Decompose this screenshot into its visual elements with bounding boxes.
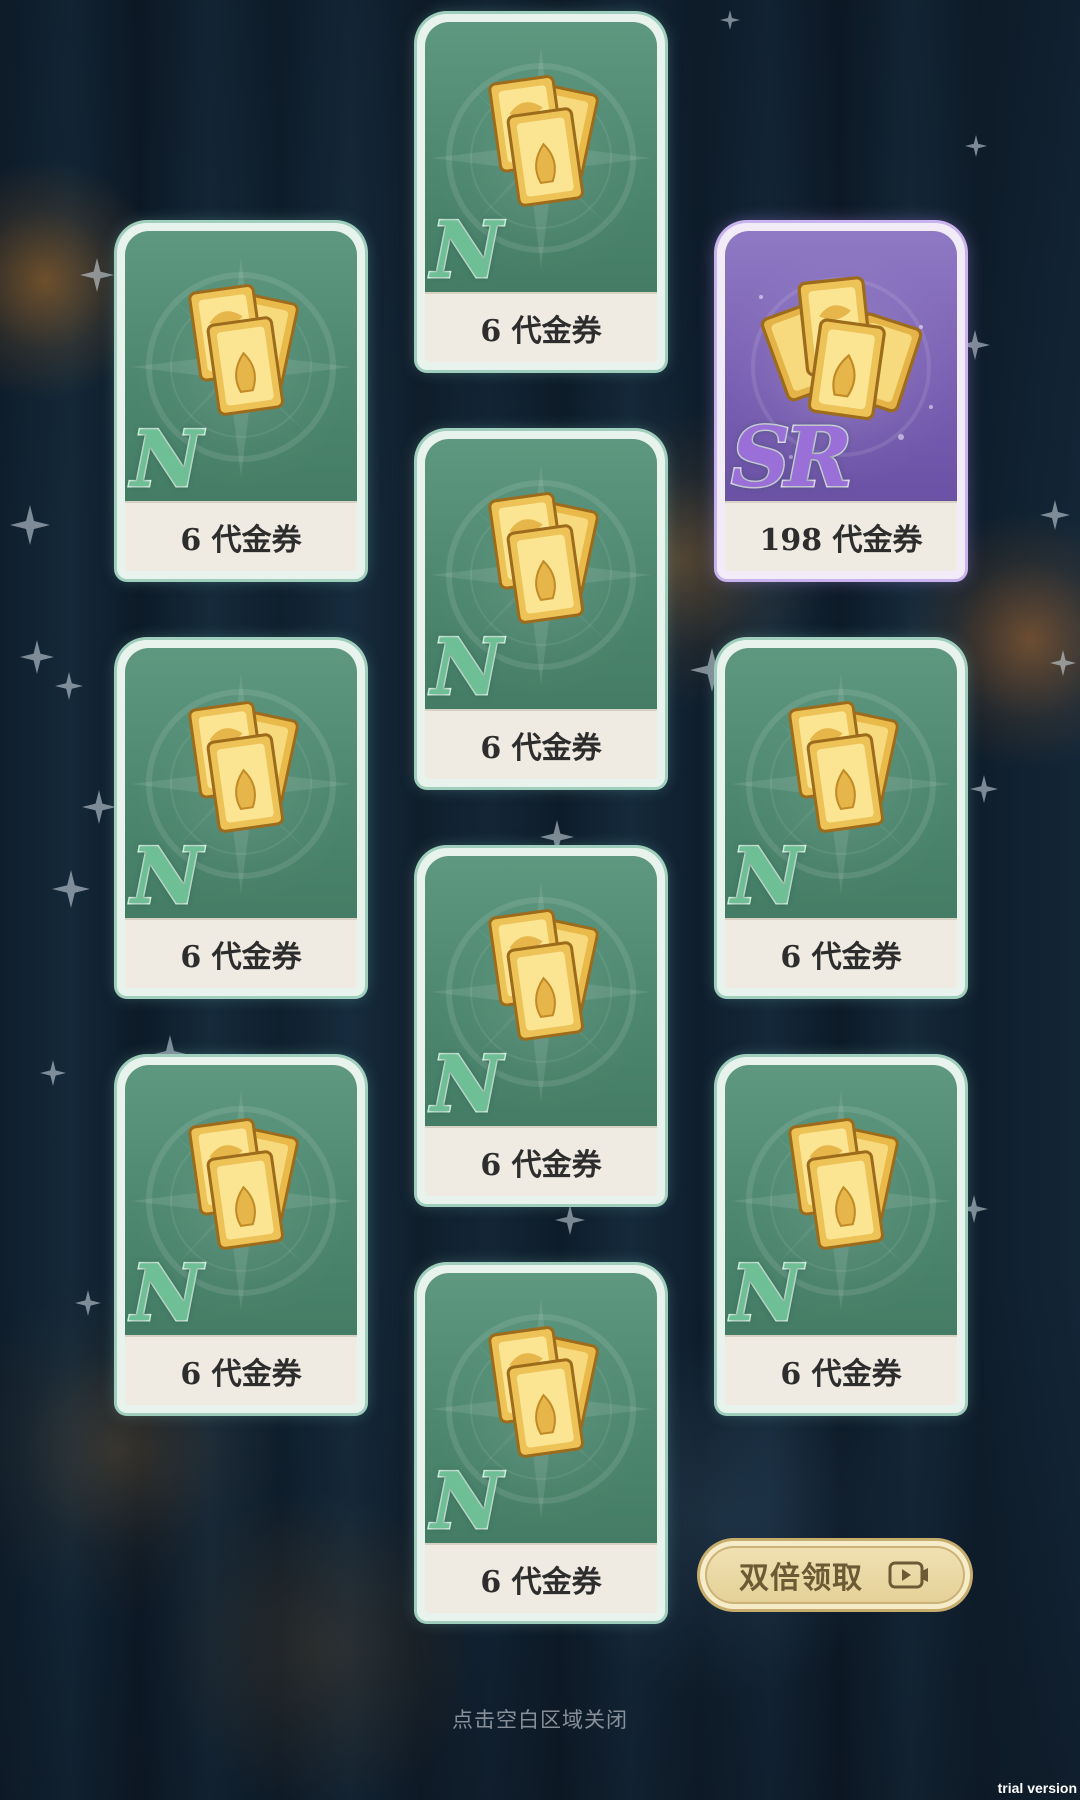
close-hint-text[interactable]: 点击空白区域关闭 — [0, 1704, 1080, 1734]
rarity-badge: N — [729, 1248, 803, 1337]
sparkle-decoration — [55, 672, 83, 700]
voucher-stack-icon — [760, 275, 923, 420]
reward-label: 6 代金券 — [425, 1126, 657, 1196]
card-art: N — [125, 648, 357, 920]
sparkle-decoration — [40, 1060, 66, 1086]
reward-label: 6 代金券 — [725, 1335, 957, 1405]
sparkle-decoration — [75, 1290, 101, 1316]
double-claim-button[interactable]: 双倍领取 — [700, 1541, 970, 1609]
reward-card: N 6 代金券 — [717, 640, 965, 996]
rarity-badge: SR — [729, 410, 853, 503]
sparkle-decoration — [970, 775, 998, 803]
sparkle-decoration — [20, 640, 54, 674]
rarity-badge: N — [129, 414, 203, 503]
reward-label: 6 代金券 — [725, 918, 957, 988]
voucher-tickets-icon — [188, 700, 299, 833]
reward-card: N 6 代金券 — [117, 640, 365, 996]
rarity-badge: N — [429, 1039, 503, 1128]
card-art: N — [425, 22, 657, 294]
rarity-badge: N — [429, 205, 503, 294]
reward-card: N 6 代金券 — [417, 14, 665, 370]
card-art: N — [425, 1273, 657, 1545]
voucher-tickets-icon — [188, 283, 299, 416]
reward-card: N 6 代金券 — [117, 1057, 365, 1413]
voucher-tickets-icon — [188, 1117, 299, 1250]
sparkle-decoration — [555, 1205, 585, 1235]
rarity-badge: N — [129, 831, 203, 920]
reward-card: N 6 代金券 — [717, 1057, 965, 1413]
reward-card: N 6 代金券 — [417, 431, 665, 787]
reward-card-sr: SR 198 代金券 — [717, 223, 965, 579]
video-icon — [888, 1561, 928, 1589]
card-art: N — [725, 648, 957, 920]
card-art: N — [425, 856, 657, 1128]
reward-label: 6 代金券 — [425, 292, 657, 362]
sparkle-decoration — [1040, 500, 1070, 530]
sparkle-decoration — [52, 870, 90, 908]
voucher-tickets-icon — [788, 1117, 899, 1250]
card-art: N — [425, 439, 657, 711]
card-art: SR — [725, 231, 957, 503]
rarity-badge: N — [429, 1456, 503, 1545]
sparkle-decoration — [1050, 650, 1076, 676]
reward-label: 6 代金券 — [425, 1543, 657, 1613]
sparkle-decoration — [82, 790, 116, 824]
reward-label: 6 代金券 — [425, 709, 657, 779]
reward-card: N 6 代金券 — [417, 848, 665, 1204]
card-art: N — [125, 1065, 357, 1337]
card-art: N — [725, 1065, 957, 1337]
card-art: N — [125, 231, 357, 503]
voucher-tickets-icon — [488, 74, 599, 207]
sparkle-decoration — [965, 135, 987, 157]
double-claim-label: 双倍领取 — [739, 1561, 863, 1596]
reward-label: 6 代金券 — [125, 1335, 357, 1405]
voucher-tickets-icon — [488, 1325, 599, 1458]
sparkle-decoration — [720, 10, 740, 30]
watermark-text: trial version — [997, 1780, 1077, 1796]
voucher-tickets-icon — [488, 908, 599, 1041]
voucher-tickets-icon — [788, 700, 899, 833]
reward-label: 6 代金券 — [125, 918, 357, 988]
reward-card: N 6 代金券 — [117, 223, 365, 579]
sparkle-decoration — [10, 505, 50, 545]
reward-label: 198 代金券 — [725, 501, 957, 571]
voucher-tickets-icon — [488, 491, 599, 624]
reward-card: N 6 代金券 — [417, 1265, 665, 1621]
reward-label: 6 代金券 — [125, 501, 357, 571]
rarity-badge: N — [729, 831, 803, 920]
sparkle-decoration — [80, 258, 114, 292]
rarity-badge: N — [429, 622, 503, 711]
rarity-badge: N — [129, 1248, 203, 1337]
